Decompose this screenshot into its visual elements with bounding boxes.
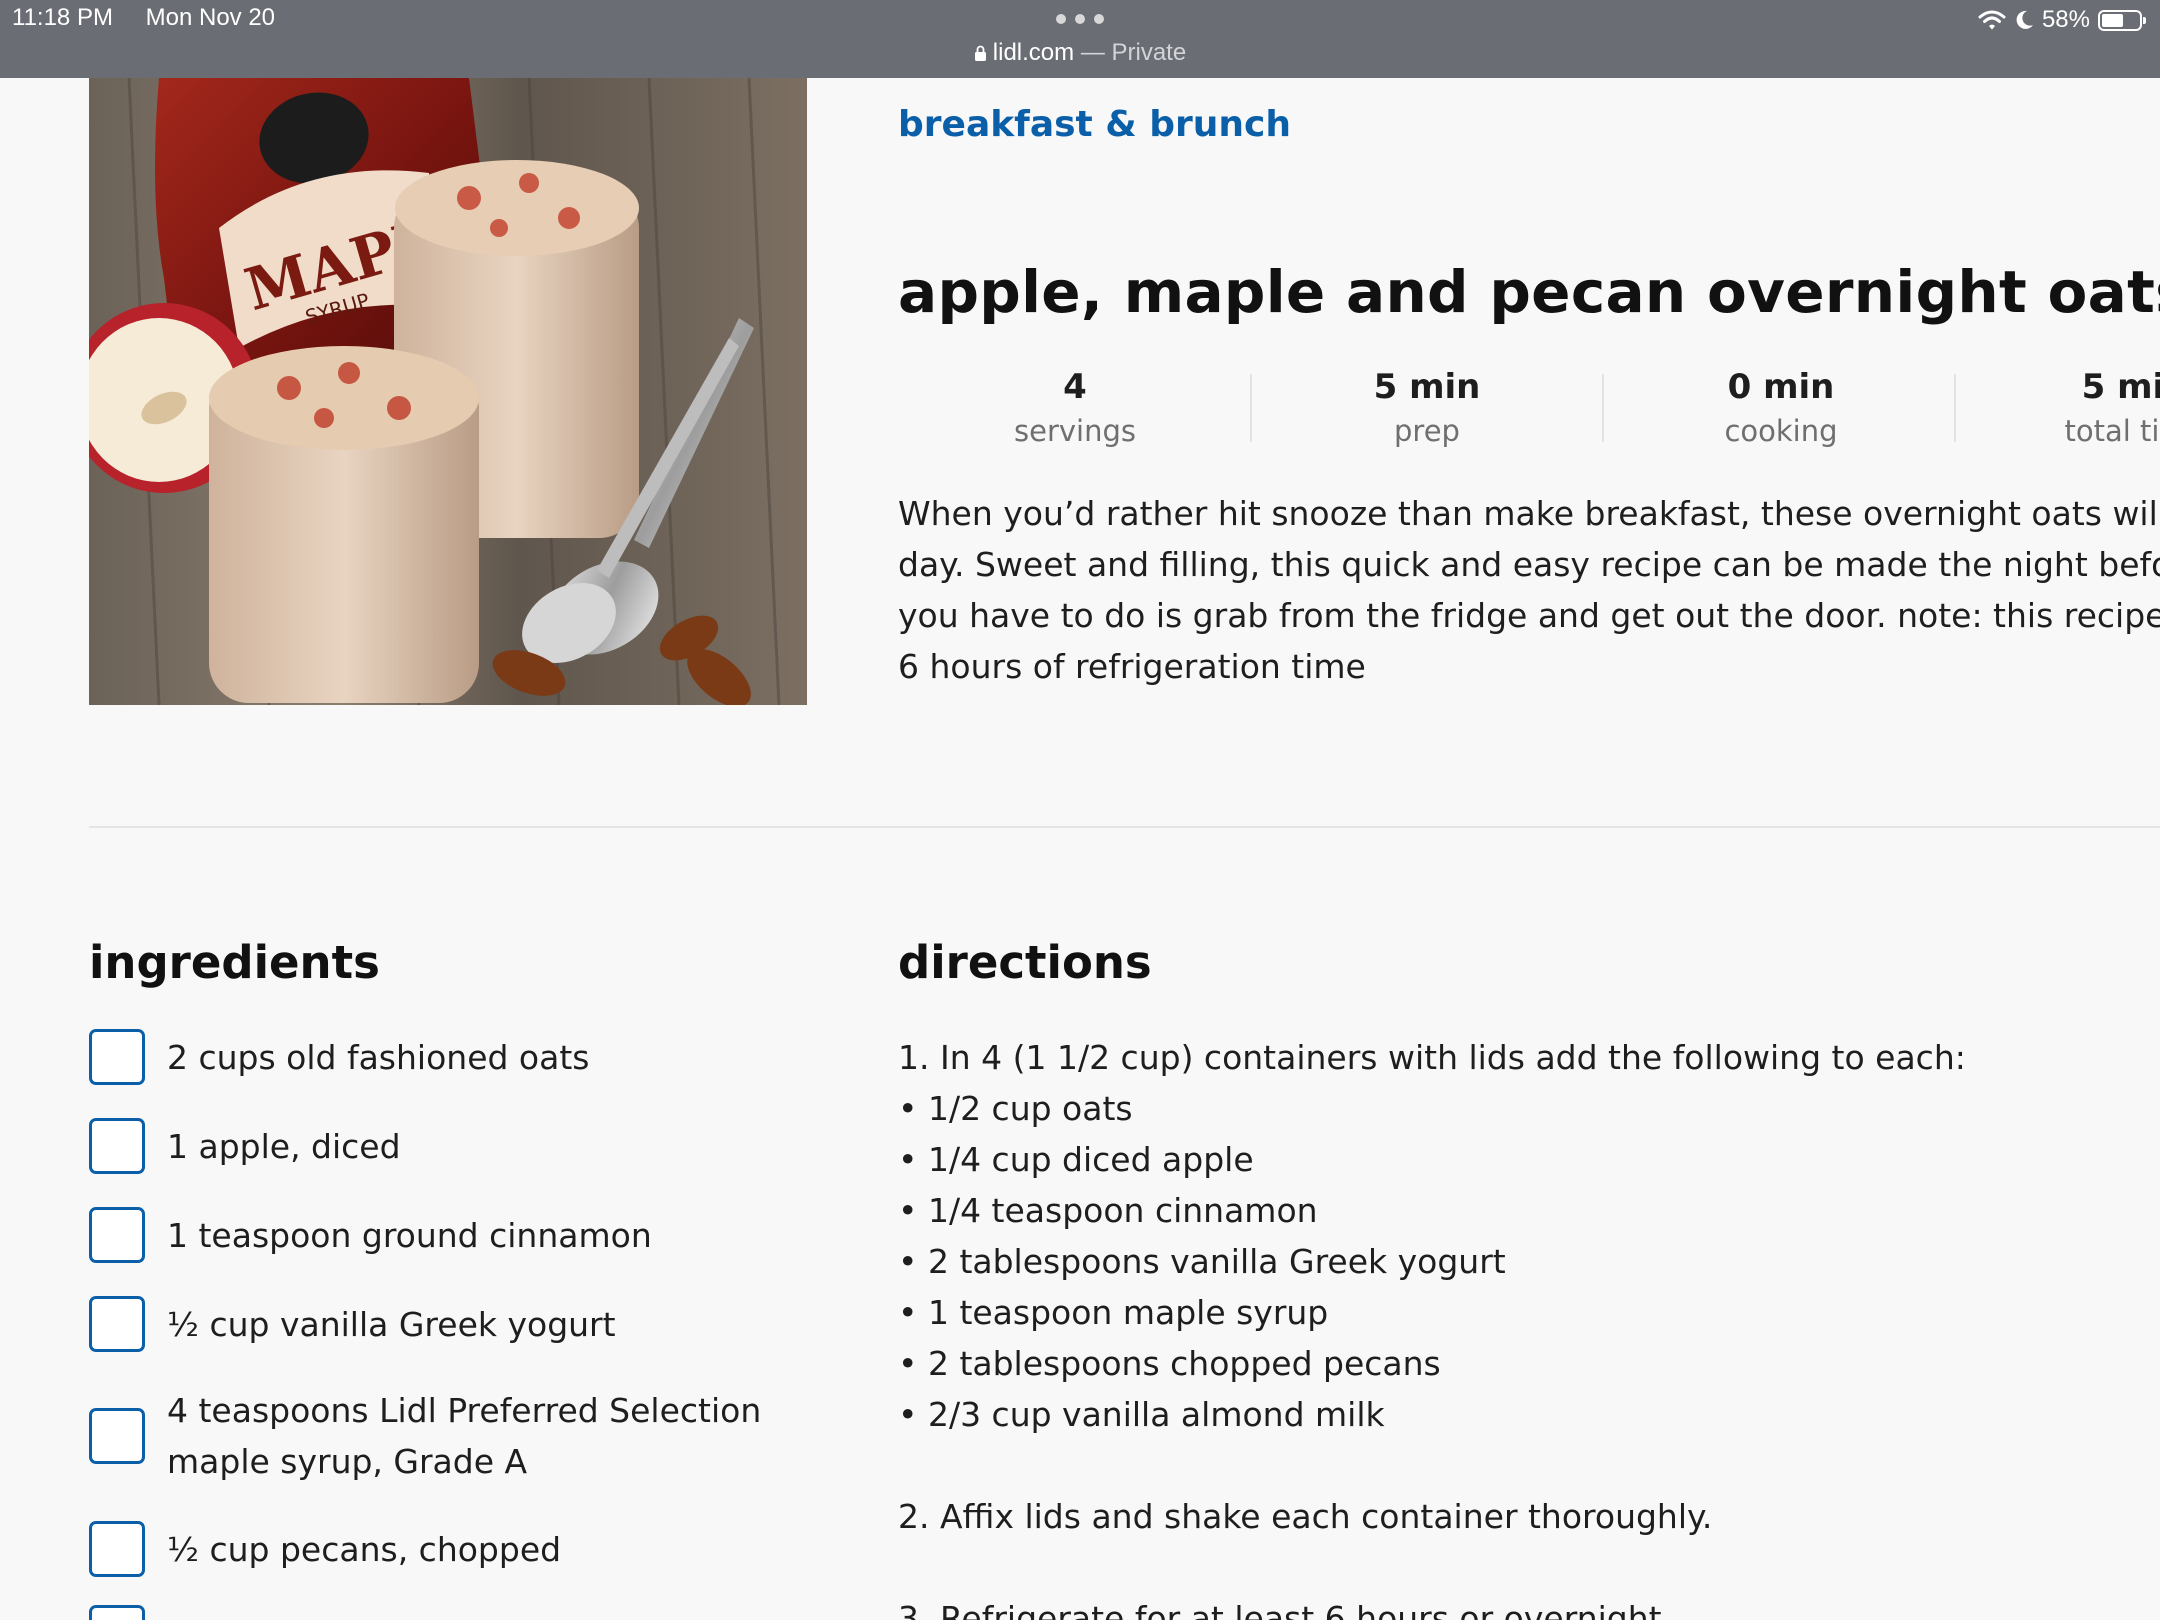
stat-label: cooking (1724, 414, 1838, 448)
multitasking-dots-icon[interactable] (1056, 14, 1104, 26)
battery-icon (2098, 9, 2146, 31)
ingredient-text: ½ cup pecans, chopped (167, 1529, 562, 1569)
direction-bullet: • 1/4 teaspoon cinnamon (898, 1191, 1318, 1230)
ingredient-text: 4 teaspoons Lidl Preferred Selection map… (167, 1391, 762, 1481)
direction-step: 3. Refrigerate for at least 6 hours or o… (898, 1599, 1673, 1620)
recipe-hero-image: MAPLE SYRUP (89, 78, 807, 705)
stat-value: 4 (1063, 367, 1087, 407)
moon-icon (2016, 10, 2033, 29)
ingredient-item[interactable]: ½ cup pecans, chopped (89, 1521, 829, 1577)
direction-bullet: • 1/2 cup oats (898, 1089, 1133, 1128)
stat-value: 5 min (2081, 367, 2160, 407)
ingredient-checkbox[interactable] (89, 1118, 145, 1174)
direction-bullet: • 2/3 cup vanilla almond milk (898, 1395, 1385, 1434)
description-line: you have to do is grab from the fridge a… (898, 596, 2160, 635)
address-bar[interactable]: lidl.com — Private (0, 39, 2160, 67)
status-bar-right: 58% (1978, 4, 2146, 36)
stat-label: prep (1394, 414, 1460, 448)
stat-value: 0 min (1727, 367, 1835, 407)
direction-bullet: • 2 tablespoons chopped pecans (898, 1344, 1441, 1383)
stat-divider (1954, 374, 1956, 442)
ingredient-text: 2 cups old fashioned oats (167, 1037, 590, 1077)
stat-label: servings (1014, 414, 1136, 448)
wifi-icon (1978, 10, 2006, 30)
status-time: 11:18 PM (12, 4, 113, 31)
stat-cooking: 0 min cooking (1604, 366, 1958, 456)
ingredient-item[interactable]: ½ cup vanilla Greek yogurt (89, 1296, 829, 1352)
ingredient-checkbox[interactable] (89, 1296, 145, 1352)
section-divider (89, 826, 2160, 828)
stat-label: total time (2064, 414, 2160, 448)
recipe-stats: 4 servings 5 min prep 0 min cooking 5 mi… (898, 366, 2160, 456)
ingredient-checkbox[interactable] (89, 1029, 145, 1085)
ingredient-text: ½ cup vanilla Greek yogurt (167, 1304, 616, 1344)
ingredient-item[interactable]: 1 apple, diced (89, 1118, 829, 1174)
stat-value: 5 min (1373, 367, 1481, 407)
stat-servings: 4 servings (898, 366, 1252, 456)
description-line: When you’d rather hit snooze than make b… (898, 494, 2160, 533)
recipe-title: apple, maple and pecan overnight oats (898, 258, 2160, 326)
ingredient-checkbox[interactable] (89, 1207, 145, 1263)
direction-spacer (898, 1542, 2160, 1593)
category-link[interactable]: breakfast & brunch (898, 104, 1291, 145)
ingredient-item[interactable]: 4 teaspoons Lidl Preferred Selection map… (89, 1385, 829, 1487)
direction-step: 1. In 4 (1 1/2 cup) containers with lids… (898, 1038, 1966, 1077)
directions-list: 1. In 4 (1 1/2 cup) containers with lids… (898, 1032, 2160, 1620)
ingredient-text: 1 teaspoon ground cinnamon (167, 1215, 652, 1255)
status-date: Mon Nov 20 (145, 4, 276, 31)
direction-bullet: • 2 tablespoons vanilla Greek yogurt (898, 1242, 1506, 1281)
battery-percent: 58% (2041, 6, 2090, 33)
ingredient-text: 1 apple, diced (167, 1126, 401, 1166)
stat-prep: 5 min prep (1250, 366, 1604, 456)
ingredient-checkbox[interactable] (89, 1408, 145, 1464)
description-line: 6 hours of refrigeration time (898, 647, 1366, 686)
ingredient-item[interactable]: 1 teaspoon ground cinnamon (89, 1207, 829, 1263)
address-domain: lidl.com (992, 39, 1075, 66)
private-mode-label: — Private (1080, 39, 1187, 66)
status-bar-left: 11:18 PM Mon Nov 20 (12, 4, 301, 32)
browser-chrome: 11:18 PM Mon Nov 20 lidl.com — Private 5… (0, 0, 2160, 78)
direction-step: 2. Affix lids and shake each container t… (898, 1497, 1713, 1536)
ingredient-item[interactable]: 2 cups old fashioned oats (89, 1029, 829, 1085)
ingredient-checkbox[interactable] (89, 1605, 145, 1620)
ingredient-item[interactable] (89, 1605, 829, 1620)
description-line: day. Sweet and filling, this quick and e… (898, 545, 2160, 584)
direction-bullet: • 1/4 cup diced apple (898, 1140, 1254, 1179)
recipe-description: When you’d rather hit snooze than make b… (898, 488, 2160, 698)
lock-icon (974, 45, 986, 61)
direction-bullet: • 1 teaspoon maple syrup (898, 1293, 1329, 1332)
direction-spacer (898, 1440, 2160, 1491)
directions-heading: directions (898, 936, 1152, 989)
ingredient-checkbox[interactable] (89, 1521, 145, 1577)
stat-total-time: 5 min total time (1958, 366, 2160, 456)
ingredients-heading: ingredients (89, 936, 380, 989)
